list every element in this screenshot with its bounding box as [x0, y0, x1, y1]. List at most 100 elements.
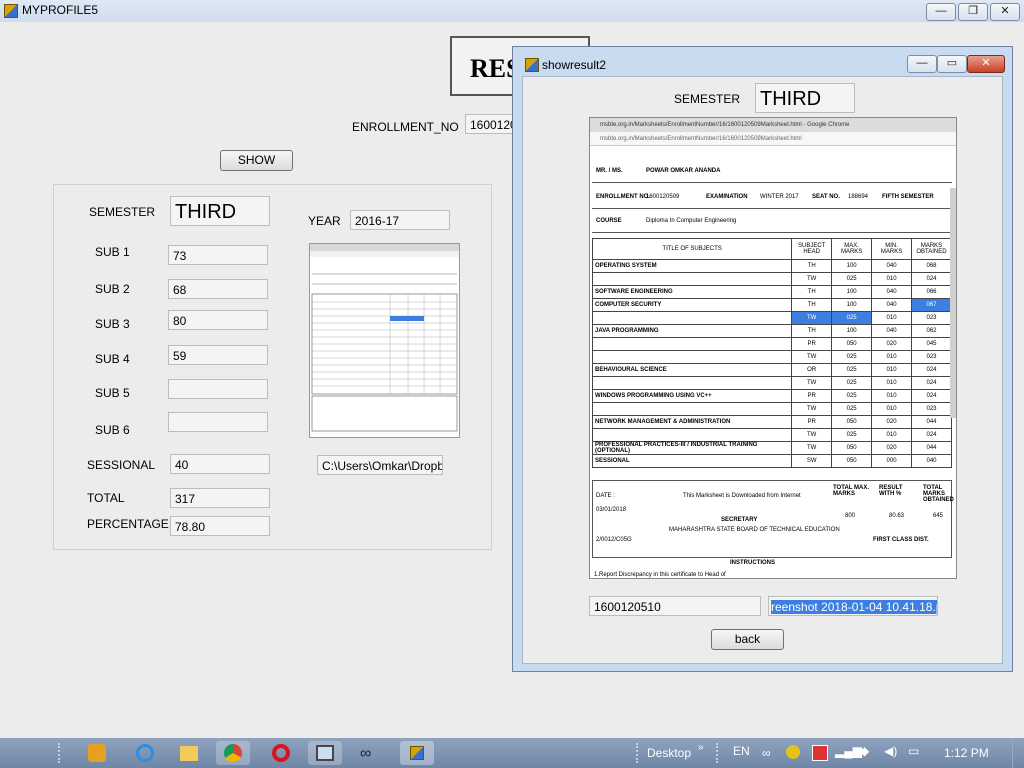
sessional-field[interactable]: 40	[170, 454, 270, 474]
show-desktop-button[interactable]	[1012, 738, 1024, 768]
image-path-field[interactable]: C:\Users\Omkar\Dropbox	[317, 455, 443, 475]
total-field[interactable]: 317	[170, 488, 270, 508]
close-button[interactable]: ✕	[990, 3, 1020, 21]
dialog-semester-field[interactable]: THIRD	[755, 83, 855, 113]
downloaded-note: This Marksheet is Downloaded from Intern…	[683, 493, 801, 499]
opera-button[interactable]	[264, 741, 298, 765]
table-cell: 010	[871, 350, 912, 364]
exam-label: EXAMINATION	[706, 194, 748, 200]
action-center-flag-icon[interactable]	[812, 745, 828, 761]
table-row: TW 025 010 023	[591, 350, 952, 364]
sub6-label: SUB 6	[95, 423, 130, 437]
semester-field[interactable]: THIRD	[170, 196, 270, 226]
total-label: TOTAL	[87, 491, 125, 505]
clock[interactable]: 1:12 PM	[944, 746, 989, 760]
dialog-filename-field[interactable]: reenshot 2018-01-04 10.41.18.png	[768, 596, 938, 616]
class-text: FIRST CLASS DIST.	[873, 537, 929, 543]
table-cell: TW	[791, 350, 833, 364]
header-cell: MIN. MARKS	[871, 238, 912, 260]
language-indicator[interactable]: EN	[733, 744, 750, 758]
sub1-field[interactable]: 73	[168, 245, 268, 265]
dialog-title: showresult2	[542, 58, 607, 72]
taskbar-grip[interactable]	[58, 743, 64, 763]
sub4-field[interactable]: 59	[168, 345, 268, 365]
dialog-maximize-button[interactable]: ▭	[937, 55, 967, 73]
signal-bars-icon[interactable]: ▂▄▆	[835, 744, 862, 758]
table-cell: 010	[871, 311, 912, 325]
table-cell: 100	[831, 259, 873, 273]
total-max-value: 800	[845, 513, 856, 519]
lang-grip[interactable]	[716, 743, 722, 763]
total-obtained-label: TOTAL MARKS OBTAINED	[923, 485, 954, 503]
media-player-button[interactable]	[80, 741, 114, 765]
header-cell: SUBJECT HEAD	[791, 238, 833, 260]
table-cell: 023	[911, 402, 952, 416]
sub2-field[interactable]: 68	[168, 279, 268, 299]
result-label: RESULT WITH %	[879, 485, 903, 497]
sessional-label: SESSIONAL	[87, 458, 156, 472]
desktop-toolbar-label[interactable]: Desktop	[647, 746, 691, 760]
main-titlebar[interactable]: MYPROFILE5 — ❐ ✕	[0, 0, 1024, 22]
marksheet-course-row: COURSE Diploma In Computer Engineering	[592, 210, 952, 233]
header-cell: MAX. MARKS	[831, 238, 873, 260]
marksheet-image: msbte.org.in/Marksheets/EnrollmentNumber…	[589, 117, 957, 579]
date-label: DATE :	[596, 493, 615, 499]
table-cell: 023	[911, 311, 952, 325]
minimize-button[interactable]: —	[926, 3, 956, 21]
result-value: 80.63	[889, 513, 905, 519]
volume-icon[interactable]: ◀)	[884, 744, 897, 758]
dialog-minimize-button[interactable]: —	[907, 55, 937, 73]
table-cell: 025	[831, 272, 873, 286]
opera-icon	[272, 744, 290, 762]
explorer-button[interactable]	[172, 741, 206, 765]
toolbar-expand-icon[interactable]: »	[698, 742, 704, 753]
app-icon	[4, 4, 18, 18]
show-button[interactable]: SHOW	[220, 150, 293, 171]
table-cell: TH	[791, 324, 833, 338]
table-cell	[591, 311, 793, 325]
toolbar-grip[interactable]	[636, 743, 642, 763]
sub5-field[interactable]	[168, 379, 268, 399]
ref-value: 2/0012/C05G	[596, 537, 632, 543]
table-cell: 025	[831, 311, 873, 325]
table-cell: TH	[791, 298, 833, 312]
table-row: COMPUTER SECURITY TH 100 040 067	[591, 298, 952, 312]
table-cell: TW	[791, 311, 833, 325]
maximize-button[interactable]: ❐	[958, 3, 988, 21]
header-cell: MARKS OBTAINED	[911, 238, 952, 260]
back-button[interactable]: back	[711, 629, 784, 650]
infinity-app-button[interactable]: ∞	[352, 741, 386, 765]
marksheet-scrollbar[interactable]	[950, 188, 956, 418]
year-field[interactable]: 2016-17	[350, 210, 450, 230]
dropbox-icon[interactable]: ◆	[860, 744, 869, 758]
sub6-field[interactable]	[168, 412, 268, 432]
seat-label: SEAT NO.	[812, 194, 840, 200]
table-cell: PROFESSIONAL PRACTICES-III / INDUSTRIAL …	[591, 441, 793, 455]
battery-icon[interactable]: ▭	[908, 744, 919, 758]
network-tray-icon[interactable]: ∞	[762, 746, 771, 760]
sub3-field[interactable]: 80	[168, 310, 268, 330]
sub3-label: SUB 3	[95, 317, 130, 331]
ie-button[interactable]	[128, 741, 162, 765]
table-cell: 044	[911, 441, 952, 455]
percentage-field[interactable]: 78.80	[170, 516, 270, 536]
marks-table-body: OPERATING SYSTEM TH 100 040 068 TW 025 010 024 SO…	[591, 259, 952, 468]
norton-tray-icon[interactable]	[786, 745, 800, 759]
table-cell	[591, 350, 793, 364]
table-cell: 024	[911, 376, 952, 390]
table-cell	[591, 376, 793, 390]
table-cell: COMPUTER SECURITY	[591, 298, 793, 312]
instructions-heading: INSTRUCTIONS	[730, 560, 775, 566]
chrome-button[interactable]	[216, 741, 250, 765]
table-cell	[591, 272, 793, 286]
dialog-enrollment-field[interactable]: 1600120510	[589, 596, 761, 616]
myprofile-button[interactable]	[400, 741, 434, 765]
header-cell: TITLE OF SUBJECTS	[591, 238, 793, 260]
close-icon: ✕	[981, 57, 991, 69]
table-cell	[591, 402, 793, 416]
dialog-close-button[interactable]: ✕	[967, 55, 1005, 73]
table-cell: 025	[831, 350, 873, 364]
vs-button[interactable]	[308, 741, 342, 765]
table-cell: 024	[911, 428, 952, 442]
table-row: BEHAVIOURAL SCIENCE OR 025 010 024	[591, 363, 952, 377]
